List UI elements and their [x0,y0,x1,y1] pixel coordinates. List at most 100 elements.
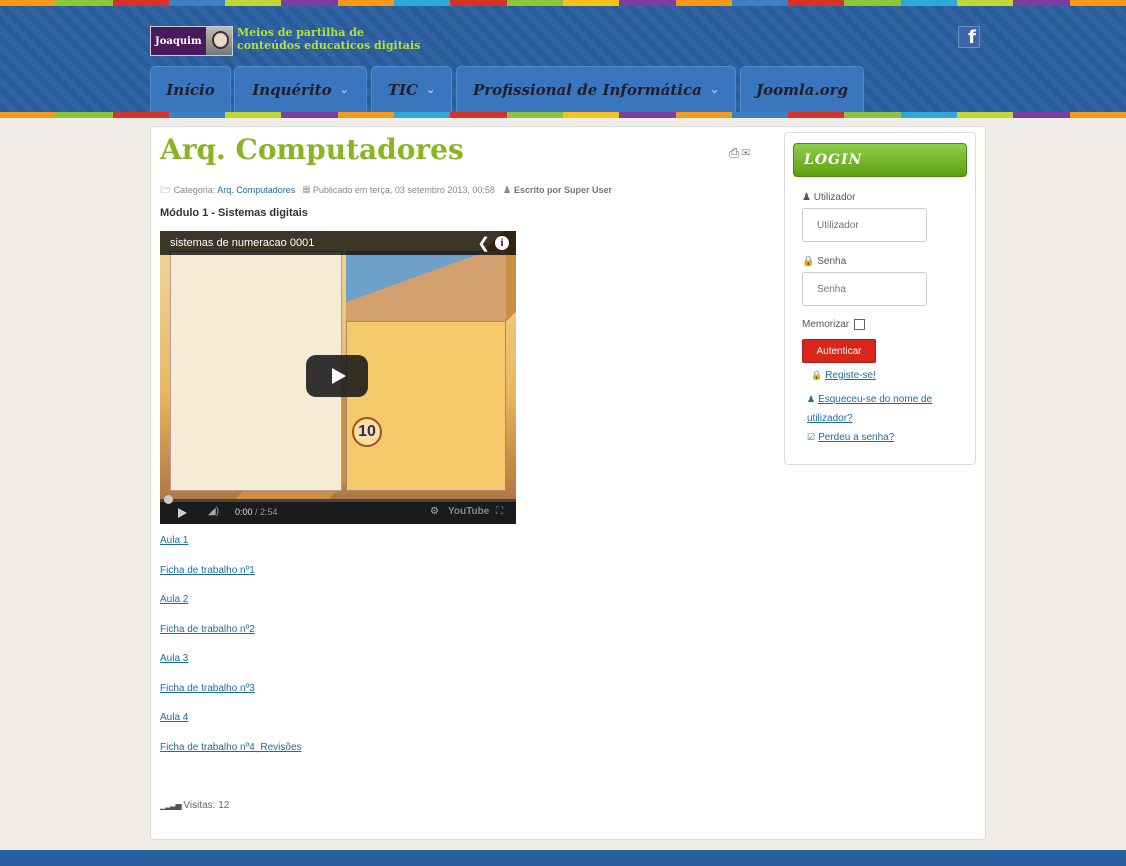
youtube-logo[interactable]: YouTube [448,506,489,517]
stripe-segment [1069,112,1126,118]
hits-label: Visitas: 12 [183,800,230,811]
checkbox-icon: ☑ [807,432,816,442]
article-meta: 🗁 Categoria: Arq. Computadores ▦ Publica… [160,183,612,199]
color-stripe-top [0,0,1126,6]
article-tools: ⎙✉ [729,145,752,161]
fullscreen-icon[interactable]: ⛶ [496,506,503,517]
info-icon[interactable]: i [495,236,509,250]
author: Escrito por Super User [514,185,613,195]
nav-item-joomla[interactable]: Joomla.org [740,66,864,112]
category-label: Categoria: [173,185,216,195]
password-input[interactable] [802,272,927,306]
tagline-line: Meios de partilha de [237,26,364,39]
share-icon[interactable]: ❮ [477,234,490,252]
register-link[interactable]: 🔒 Registe-se! [811,370,876,381]
stripe-segment [112,112,169,118]
lesson-link[interactable]: Ficha de trabalho nº3 [160,683,302,713]
lesson-link[interactable]: Aula 4 [160,712,302,742]
video-player[interactable]: 10 sistemas de numeracao 0001 ❮ i ◢) 0:0… [160,231,516,524]
video-thumbnail-pyramid [346,251,506,321]
nav-item-tic[interactable]: TIC ⌄ [371,66,452,112]
print-icon[interactable]: ⎙ [729,145,741,160]
category-link[interactable]: Arq. Computadores [217,185,295,195]
stripe-segment [731,112,789,118]
hits-counter: ▁▂▃▅ Visitas: 12 [160,800,229,811]
forgot-password-link[interactable]: ☑ Perdeu a senha? [807,432,894,443]
stripe-segment [281,0,338,6]
nav-item-label: Profissional de Informática [472,80,702,99]
stripe-segment [225,112,282,118]
nav-item-label: Inquérito [252,80,332,99]
forgot-username-link[interactable]: ♟ Esqueceu-se do nome de utilizador? [807,390,972,428]
stripe-segment [957,0,1014,6]
video-controls: ◢) 0:00 / 2:54 ⚙ YouTube ⛶ [160,495,516,524]
stripe-segment [0,0,57,6]
stripe-segment [0,112,57,118]
tagline-line: conteúdos educaticos digitais [237,39,421,52]
stripe-segment [675,0,732,6]
site-logo[interactable]: Joaquim [150,26,233,56]
stripe-segment [562,0,620,6]
video-progress-bar[interactable] [160,495,516,504]
email-icon[interactable]: ✉ [741,145,752,160]
video-title[interactable]: sistemas de numeracao 0001 [170,237,314,249]
nav-item-inicio[interactable]: Início [150,66,231,112]
settings-icon[interactable]: ⚙ [430,506,439,517]
published-date: Publicado em terça, 03 setembro 2013, 00… [312,185,495,195]
stripe-segment [56,0,113,6]
nav-item-label: TIC [387,80,418,99]
site-footer [0,850,1126,866]
stripe-segment [394,112,451,118]
stripe-segment [1013,0,1070,6]
lesson-link[interactable]: Aula 1 [160,535,302,565]
user-icon: ♟ [807,394,816,404]
volume-icon[interactable]: ◢) [208,506,219,517]
username-label-text: Utilizador [813,192,856,203]
forgot-password-text: Perdeu a senha? [818,432,895,443]
lock-icon: 🔒 [802,256,815,267]
nav-item-profissional[interactable]: Profissional de Informática ⌄ [456,66,736,112]
page-title: Arq. Computadores [160,133,464,166]
user-icon: ♟ [802,192,811,203]
stripe-segment [731,0,789,6]
lesson-link[interactable]: Ficha de trabalho nº4_Revisões [160,742,302,772]
forgot-username-text: utilizador? [807,413,853,424]
play-icon[interactable] [178,508,187,518]
logo-name: Joaquim [151,27,206,55]
site-header: Joaquim Meios de partilha de conteúdos e… [0,0,1126,118]
lesson-link[interactable]: Ficha de trabalho nº2 [160,624,302,654]
chevron-down-icon: ⌄ [425,83,436,96]
nav-item-inquerito[interactable]: Inquérito ⌄ [234,66,367,112]
module-heading: Módulo 1 - Sistemas digitais [160,207,308,219]
stripe-segment [112,0,169,6]
password-label: 🔒 Senha [802,256,846,267]
remember-checkbox[interactable] [854,319,866,330]
nav-item-label: Joomla.org [755,80,848,99]
stripe-segment [619,112,676,118]
play-button[interactable] [306,355,368,397]
forgot-username-text: Esqueceu-se do nome de [818,394,933,405]
stripe-segment [56,112,113,118]
nav-item-label: Início [166,80,215,99]
chevron-down-icon: ⌄ [709,83,720,96]
video-thumbnail-panel [346,321,506,491]
time-current: 0:00 [235,507,253,517]
lesson-link[interactable]: Aula 2 [160,594,302,624]
stripe-segment [844,0,901,6]
folder-icon: 🗁 [160,185,172,195]
username-input[interactable] [802,208,927,242]
lesson-link[interactable]: Aula 3 [160,653,302,683]
lesson-link[interactable]: Ficha de trabalho nº1 [160,565,302,595]
stripe-segment [788,0,845,6]
facebook-icon[interactable]: f [958,26,980,48]
remember-label: Memorizar [802,319,850,330]
stripe-segment [619,0,676,6]
login-button[interactable]: Autenticar [802,339,876,363]
video-progress-knob[interactable] [164,495,173,504]
stripe-segment [337,112,395,118]
stripe-segment [788,112,845,118]
video-title-bar: sistemas de numeracao 0001 ❮ i [160,231,516,255]
stripe-segment [957,112,1014,118]
stripe-segment [675,112,732,118]
stripe-segment [900,0,958,6]
